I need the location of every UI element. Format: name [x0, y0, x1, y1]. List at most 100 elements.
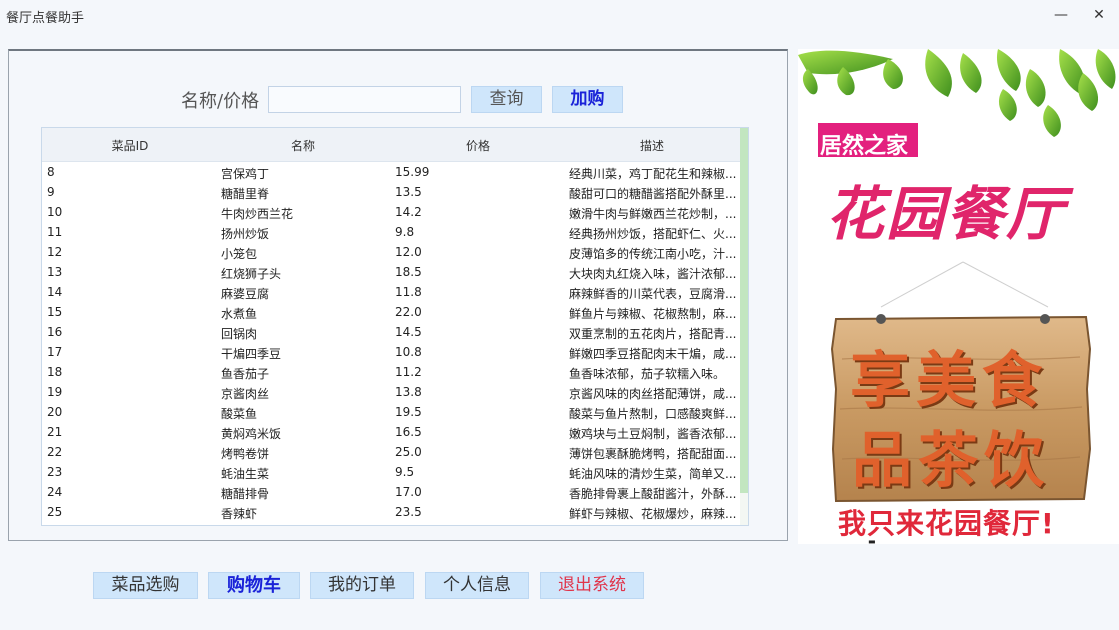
nav-orders-button[interactable]: 我的订单 — [310, 572, 414, 599]
table-row[interactable]: 24 糖醋排骨 17.0 香脆排骨裹上酸甜酱汁，外酥... — [42, 482, 741, 502]
cell-id: 11 — [47, 225, 63, 239]
minimize-button[interactable]: — — [1041, 4, 1081, 26]
table-row[interactable]: 9 糖醋里脊 13.5 酸甜可口的糖醋酱搭配外酥里... — [42, 182, 741, 202]
table-row[interactable]: 25 香辣虾 23.5 鲜虾与辣椒、花椒爆炒，麻辣... — [42, 502, 741, 522]
cell-price: 13.8 — [395, 385, 422, 399]
cell-description: 大块肉丸红烧入味，酱汁浓郁... — [569, 267, 737, 281]
cell-description: 麻辣鲜香的川菜代表，豆腐滑... — [569, 287, 737, 301]
table-row[interactable]: 10 牛肉炒西兰花 14.2 嫩滑牛肉与鲜嫩西兰花炒制，... — [42, 202, 741, 222]
cell-description: 鲜虾与辣椒、花椒爆炒，麻辣... — [569, 507, 737, 521]
column-header-description[interactable]: 描述 — [632, 137, 672, 154]
sign-line-2: 品茶饮 — [852, 426, 1050, 496]
brand-name: 居然之家 — [820, 134, 909, 159]
nav-cart-button[interactable]: 购物车 — [208, 572, 300, 599]
close-button[interactable]: ✕ — [1079, 4, 1119, 26]
cell-description: 鲜鱼片与辣椒、花椒熬制，麻... — [569, 307, 737, 321]
ad-banner: ▬ 居然之家 花园餐厅 享美食 品茶饮 我只来花园餐厅! — [798, 49, 1119, 544]
search-label: 名称/价格 — [181, 91, 260, 112]
table-row[interactable]: 19 京酱肉丝 13.8 京酱风味的肉丝搭配薄饼，咸... — [42, 382, 741, 402]
cell-name: 黄焖鸡米饭 — [221, 427, 282, 441]
cell-name: 扬州炒饭 — [221, 227, 270, 241]
cell-id: 25 — [47, 505, 63, 519]
column-header-id[interactable]: 菜品ID — [110, 137, 150, 154]
title-bar: 餐厅点餐助手 — ✕ — [0, 0, 1119, 32]
table-row[interactable]: 16 回锅肉 14.5 双重烹制的五花肉片，搭配青... — [42, 322, 741, 342]
table-scrollbar[interactable] — [740, 128, 748, 525]
cell-id: 15 — [47, 305, 63, 319]
cell-id: 8 — [47, 165, 55, 179]
cell-id: 24 — [47, 485, 63, 499]
cell-price: 25.0 — [395, 445, 422, 459]
nav-profile-button[interactable]: 个人信息 — [425, 572, 529, 599]
cell-description: 薄饼包裹酥脆烤鸭，搭配甜面... — [569, 447, 737, 461]
table-header: 菜品ID 名称 价格 描述 — [42, 128, 741, 162]
cell-description: 香脆排骨裹上酸甜酱汁，外酥... — [569, 487, 737, 501]
table-row[interactable]: 15 水煮鱼 22.0 鲜鱼片与辣椒、花椒熬制，麻... — [42, 302, 741, 322]
cell-name: 鱼香茄子 — [221, 367, 270, 381]
cell-name: 小笼包 — [221, 247, 258, 261]
search-input[interactable] — [268, 86, 461, 113]
slogan: 我只来花园餐厅! — [838, 507, 1055, 540]
nav-menu-button[interactable]: 菜品选购 — [93, 572, 198, 599]
cell-id: 21 — [47, 425, 63, 439]
cell-id: 22 — [47, 445, 63, 459]
cell-id: 16 — [47, 325, 63, 339]
cell-description: 皮薄馅多的传统江南小吃，汁... — [569, 247, 737, 261]
cell-price: 9.5 — [395, 465, 415, 479]
cell-price: 16.5 — [395, 425, 422, 439]
cell-price: 14.5 — [395, 325, 422, 339]
cell-name: 红烧狮子头 — [221, 267, 282, 281]
cell-id: 13 — [47, 265, 63, 279]
cell-price: 17.0 — [395, 485, 422, 499]
cell-name: 干煸四季豆 — [221, 347, 282, 361]
table-row[interactable]: 11 扬州炒饭 9.8 经典扬州炒饭，搭配虾仁、火... — [42, 222, 741, 242]
cell-name: 酸菜鱼 — [221, 407, 258, 421]
cell-id: 10 — [47, 205, 63, 219]
cell-id: 12 — [47, 245, 63, 259]
table-row[interactable]: 23 蚝油生菜 9.5 蚝油风味的清炒生菜，简单又... — [42, 462, 741, 482]
cell-description: 经典扬州炒饭，搭配虾仁、火... — [569, 227, 737, 241]
cell-description: 蚝油风味的清炒生菜，简单又... — [569, 467, 737, 481]
sign-line-1: 享美食 — [850, 346, 1048, 416]
cell-description: 酸菜与鱼片熬制，口感酸爽鲜... — [569, 407, 737, 421]
table-row[interactable]: 20 酸菜鱼 19.5 酸菜与鱼片熬制，口感酸爽鲜... — [42, 402, 741, 422]
table-row[interactable]: 14 麻婆豆腐 11.8 麻辣鲜香的川菜代表，豆腐滑... — [42, 282, 741, 302]
table-row[interactable]: 12 小笼包 12.0 皮薄馅多的传统江南小吃，汁... — [42, 242, 741, 262]
cell-id: 9 — [47, 185, 55, 199]
scrollbar-thumb[interactable] — [740, 128, 748, 493]
cell-price: 22.0 — [395, 305, 422, 319]
table-row[interactable]: 18 鱼香茄子 11.2 鱼香味浓郁，茄子软糯入味。 — [42, 362, 741, 382]
cell-price: 11.2 — [395, 365, 422, 379]
cell-name: 宫保鸡丁 — [221, 167, 270, 181]
cell-price: 23.5 — [395, 505, 422, 519]
cell-name: 糖醋排骨 — [221, 487, 270, 501]
cell-id: 18 — [47, 365, 63, 379]
cell-name: 糖醋里脊 — [221, 187, 270, 201]
cell-price: 15.99 — [395, 165, 430, 179]
cell-name: 京酱肉丝 — [221, 387, 270, 401]
cell-price: 19.5 — [395, 405, 422, 419]
column-header-name[interactable]: 名称 — [283, 137, 323, 154]
cell-name: 烤鸭卷饼 — [221, 447, 270, 461]
table-row[interactable]: 8 宫保鸡丁 15.99 经典川菜，鸡丁配花生和辣椒... — [42, 162, 741, 182]
cell-id: 20 — [47, 405, 63, 419]
cell-description: 嫩滑牛肉与鲜嫩西兰花炒制，... — [569, 207, 737, 221]
cell-id: 23 — [47, 465, 63, 479]
table-row[interactable]: 22 烤鸭卷饼 25.0 薄饼包裹酥脆烤鸭，搭配甜面... — [42, 442, 741, 462]
dish-table: 菜品ID 名称 价格 描述 8 宫保鸡丁 15.99 经典川菜，鸡丁配花生和辣椒...… — [41, 127, 749, 526]
table-row[interactable]: 13 红烧狮子头 18.5 大块肉丸红烧入味，酱汁浓郁... — [42, 262, 741, 282]
cell-name: 水煮鱼 — [221, 307, 258, 321]
cell-description: 酸甜可口的糖醋酱搭配外酥里... — [569, 187, 737, 201]
table-row[interactable]: 17 干煸四季豆 10.8 鲜嫩四季豆搭配肉末干煸，咸... — [42, 342, 741, 362]
cell-price: 12.0 — [395, 245, 422, 259]
cell-description: 鲜嫩四季豆搭配肉末干煸，咸... — [569, 347, 737, 361]
restaurant-name: 花园餐厅 — [826, 180, 1067, 248]
cell-name: 蚝油生菜 — [221, 467, 270, 481]
query-button[interactable]: 查询 — [471, 86, 542, 113]
column-header-price[interactable]: 价格 — [458, 137, 498, 154]
table-row[interactable]: 21 黄焖鸡米饭 16.5 嫩鸡块与土豆焖制，酱香浓郁... — [42, 422, 741, 442]
cell-name: 回锅肉 — [221, 327, 258, 341]
add-to-cart-button[interactable]: 加购 — [552, 86, 623, 113]
cell-description: 经典川菜，鸡丁配花生和辣椒... — [569, 167, 737, 181]
nav-logout-button[interactable]: 退出系统 — [540, 572, 644, 599]
